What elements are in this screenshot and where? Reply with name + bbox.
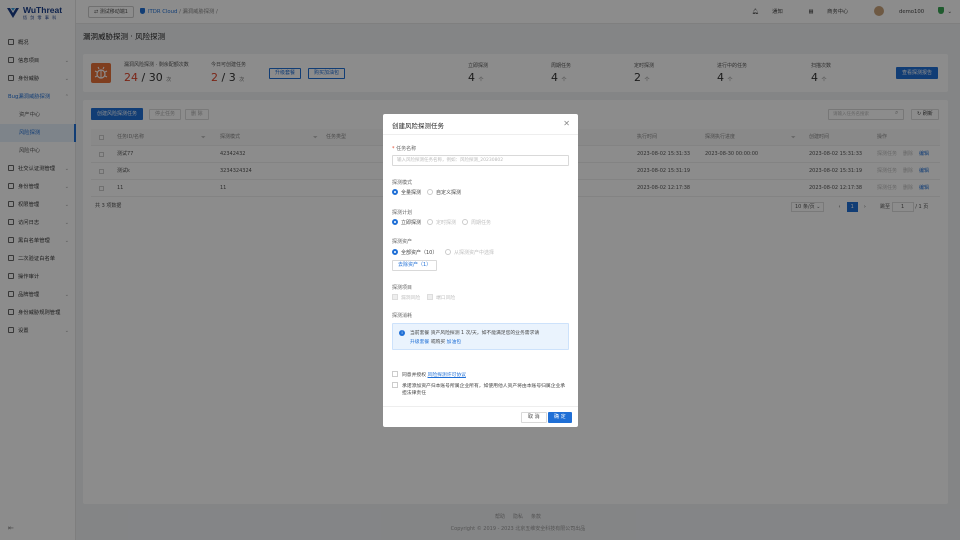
asset-label: 探测资产 — [392, 239, 413, 245]
create-task-modal: 创建风险探测任务 ✕ * 任务名称 输入风险探测任务名称，例如：风险探测_202… — [383, 114, 578, 427]
plan-immediate-radio[interactable]: 立即探测 — [392, 219, 421, 226]
agreement-link[interactable]: 风险探测许可协议 — [428, 373, 466, 378]
item-vuln-checkbox[interactable]: 漏洞风险 — [392, 294, 420, 301]
task-name-label: * 任务名称 — [392, 146, 417, 152]
commitment-checkbox[interactable]: 承诺添加资产归本账号所属企业所有，如使用他人资产将由本账号归属企业承担法律责任 — [392, 382, 569, 397]
mode-full-radio[interactable]: 全量探测 — [392, 189, 421, 196]
asset-select-radio[interactable]: 从探测资产中选择 — [445, 249, 494, 256]
close-icon[interactable]: ✕ — [563, 119, 570, 128]
asset-all-radio[interactable]: 全部资产（10） — [392, 249, 437, 256]
modal-title: 创建风险探测任务 — [392, 122, 444, 130]
notice-links: 升级套餐 或购买 加油包 — [410, 340, 462, 345]
plan-scheduled-radio[interactable]: 定时探测 — [427, 219, 456, 226]
remove-asset-button[interactable]: 去除资产（1） — [392, 260, 438, 271]
cancel-button[interactable]: 取 消 — [521, 412, 547, 423]
info-icon: i — [399, 330, 405, 336]
notice-buy-link[interactable]: 加油包 — [447, 340, 461, 345]
confirm-button[interactable]: 确 定 — [548, 412, 572, 423]
agreement-checkbox[interactable]: 同意并授权 风险探测许可协议 — [392, 371, 466, 379]
plan-label: 探测计划 — [392, 210, 413, 216]
divider — [383, 406, 578, 407]
notice-text: 当前套餐 资产风险探测 1 次/天，如不能满足您的业务需求请 — [410, 331, 540, 336]
item-label: 探测项目 — [392, 285, 413, 291]
task-name-input[interactable]: 输入风险探测任务名称，例如：风险探测_20230802 — [392, 155, 569, 166]
consume-label: 探测消耗 — [392, 313, 413, 319]
divider — [383, 134, 578, 135]
notice-upgrade-link[interactable]: 升级套餐 — [410, 340, 429, 345]
quota-notice: i 当前套餐 资产风险探测 1 次/天，如不能满足您的业务需求请 升级套餐 或购… — [392, 323, 569, 350]
mode-custom-radio[interactable]: 自定义探测 — [427, 189, 461, 196]
plan-periodic-radio[interactable]: 周期任务 — [462, 219, 491, 226]
item-port-checkbox[interactable]: 端口风险 — [427, 294, 455, 301]
mode-label: 探测模式 — [392, 180, 413, 186]
